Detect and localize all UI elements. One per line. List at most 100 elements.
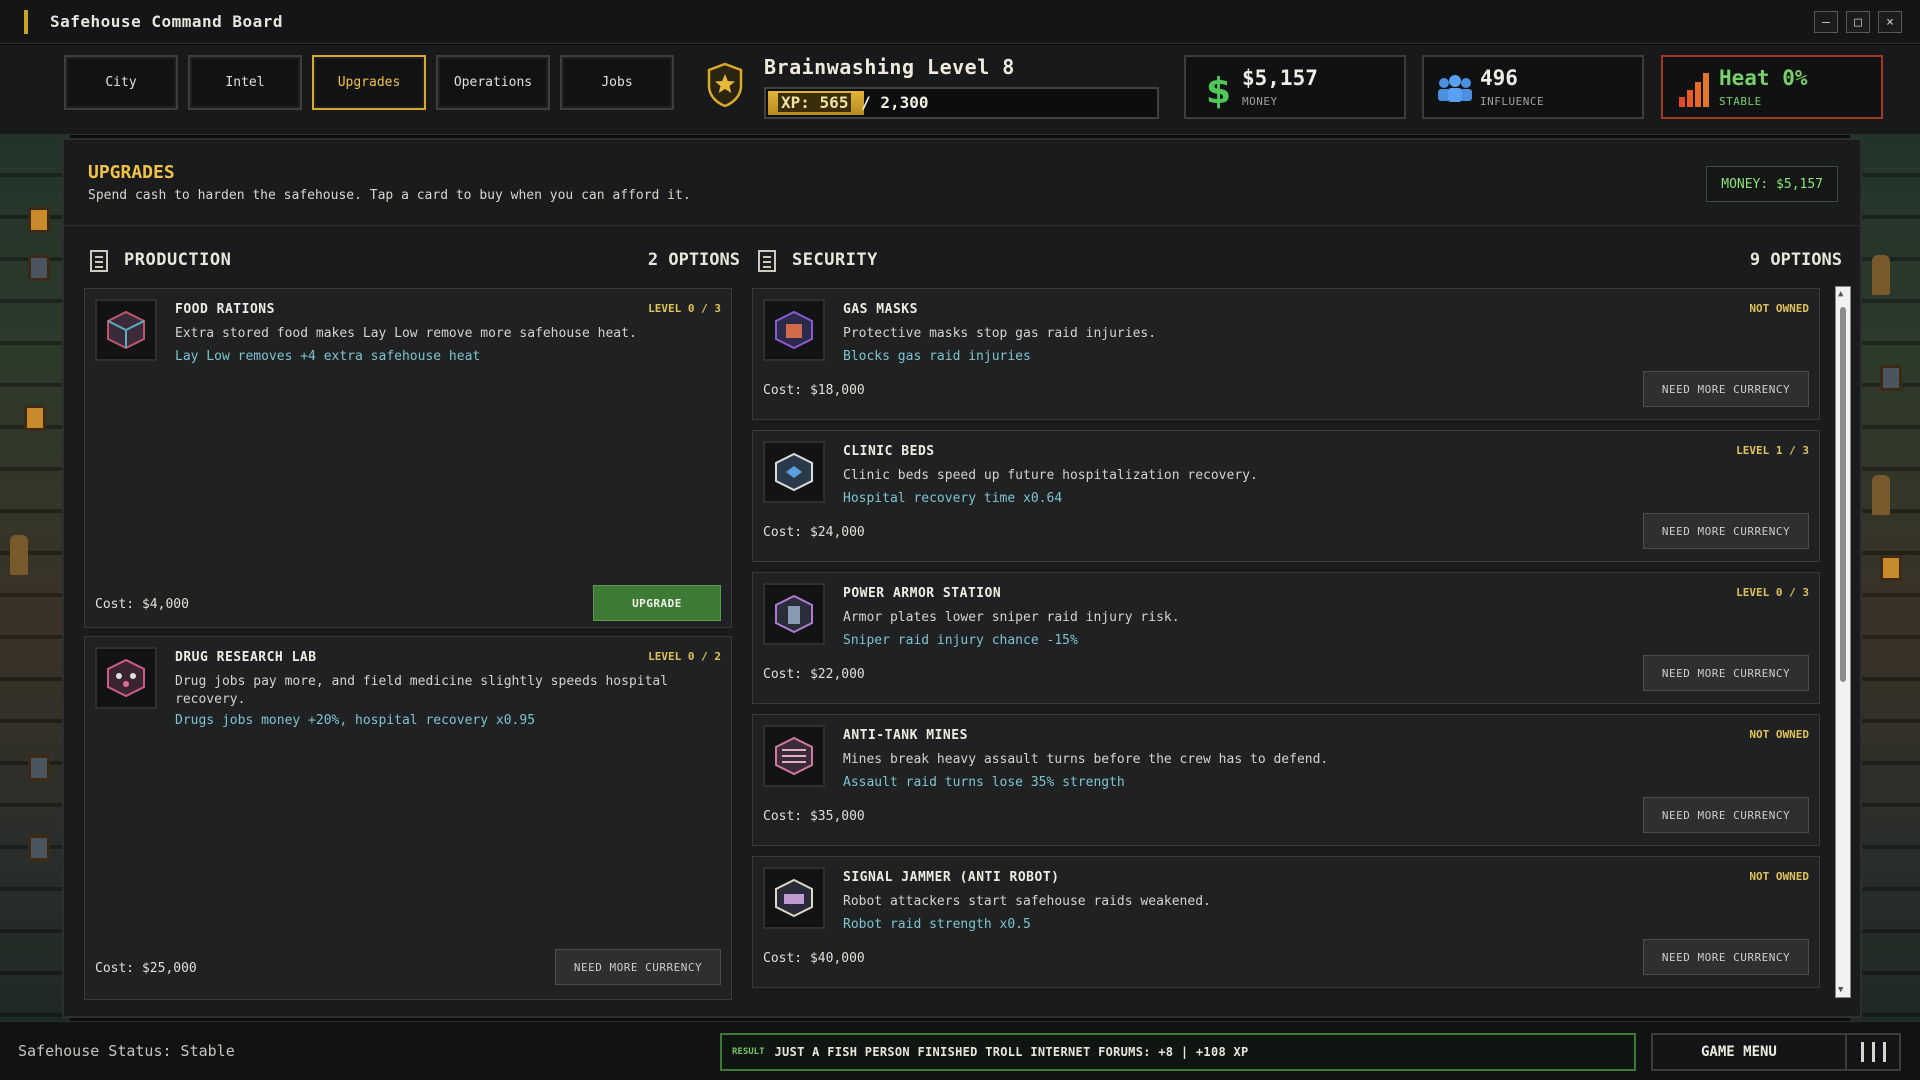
security-count: 9 OPTIONS (1749, 250, 1842, 270)
document-icon (90, 250, 108, 272)
mine-crate-icon (763, 725, 825, 787)
armor-icon (763, 583, 825, 645)
xp-text: XP: 565 / 2,300 (778, 93, 929, 112)
card-level: LEVEL 1 / 3 (1736, 444, 1809, 457)
scroll-up-icon[interactable]: ▲ (1838, 289, 1843, 299)
panel-title: UPGRADES (88, 162, 175, 183)
card-effect: Robot raid strength x0.5 (843, 917, 1031, 932)
card-cost: Cost: $25,000 (95, 961, 197, 976)
card-title: SIGNAL JAMMER (ANTI ROBOT) (843, 870, 1060, 885)
result-message: JUST A FISH PERSON FINISHED TROLL INTERN… (774, 1045, 1249, 1059)
heat-label: STABLE (1719, 95, 1762, 108)
upgrade-button[interactable]: UPGRADE (593, 585, 721, 621)
money-label: MONEY (1242, 95, 1278, 108)
need-more-currency-button[interactable]: NEED MORE CURRENCY (555, 949, 721, 985)
production-count: 2 OPTIONS (647, 250, 740, 270)
upgrade-card-drug-research-lab[interactable]: DRUG RESEARCH LAB LEVEL 0 / 2 Drug jobs … (84, 636, 732, 1000)
window-controls: – □ × (1814, 11, 1902, 33)
card-effect: Hospital recovery time x0.64 (843, 491, 1063, 506)
card-description: Clinic beds speed up future hospitalizat… (843, 468, 1258, 483)
card-description: Robot attackers start safehouse raids we… (843, 894, 1211, 909)
xp-progress-bar: XP: 565 / 2,300 (764, 87, 1159, 119)
tab-upgrades[interactable]: Upgrades (312, 55, 426, 110)
influence-label: INFLUENCE (1480, 95, 1545, 108)
signal-bars-icon (1679, 73, 1709, 107)
production-heading: PRODUCTION (124, 250, 232, 270)
card-effect: Sniper raid injury chance -15% (843, 633, 1078, 648)
money-value: $5,157 (1242, 66, 1318, 90)
heat-value: Heat 0% (1719, 66, 1808, 90)
upgrade-card-anti-tank-mines[interactable]: ANTI-TANK MINES NOT OWNED Mines break he… (752, 714, 1820, 846)
need-more-currency-button[interactable]: NEED MORE CURRENCY (1643, 939, 1809, 975)
xp-current: 565 (819, 93, 849, 112)
card-cost: Cost: $4,000 (95, 597, 189, 612)
minimize-icon[interactable]: – (1814, 11, 1838, 33)
card-description: Mines break heavy assault turns before t… (843, 752, 1329, 767)
city-backdrop-left (0, 135, 70, 1022)
shield-star-icon (707, 62, 743, 108)
need-more-currency-button[interactable]: NEED MORE CURRENCY (1643, 655, 1809, 691)
dollar-icon: $ (1206, 71, 1231, 109)
card-level: NOT OWNED (1749, 302, 1809, 315)
drag-handle[interactable] (24, 9, 28, 34)
card-level: NOT OWNED (1749, 728, 1809, 741)
tab-jobs[interactable]: Jobs (560, 55, 674, 110)
header: City Intel Upgrades Operations Jobs Brai… (0, 45, 1920, 135)
panel-header: UPGRADES Spend cash to harden the safeho… (64, 140, 1860, 226)
result-banner: RESULT JUST A FISH PERSON FINISHED TROLL… (720, 1033, 1636, 1071)
xp-total: / 2,300 (861, 93, 929, 112)
need-more-currency-button[interactable]: NEED MORE CURRENCY (1643, 371, 1809, 407)
card-level: NOT OWNED (1749, 870, 1809, 883)
upgrade-card-gas-masks[interactable]: GAS MASKS NOT OWNED Protective masks sto… (752, 288, 1820, 420)
tab-operations[interactable]: Operations (436, 55, 550, 110)
card-title: FOOD RATIONS (175, 302, 275, 317)
maximize-icon[interactable]: □ (1846, 11, 1870, 33)
menu-bars-icon[interactable] (1845, 1035, 1899, 1069)
influence-stat: 496 INFLUENCE (1422, 55, 1644, 119)
upgrades-panel: UPGRADES Spend cash to harden the safeho… (62, 138, 1862, 1018)
card-cost: Cost: $35,000 (763, 809, 865, 824)
card-cost: Cost: $22,000 (763, 667, 865, 682)
people-icon (1438, 75, 1472, 102)
card-description: Drug jobs pay more, and field medicine s… (175, 674, 669, 707)
tab-bar: City Intel Upgrades Operations Jobs (64, 55, 674, 110)
upgrade-card-power-armor-station[interactable]: POWER ARMOR STATION LEVEL 0 / 3 Armor pl… (752, 572, 1820, 704)
security-header: SECURITY 9 OPTIONS (758, 246, 1842, 280)
need-more-currency-button[interactable]: NEED MORE CURRENCY (1643, 513, 1809, 549)
upgrade-card-food-rations[interactable]: FOOD RATIONS LEVEL 0 / 3 Extra stored fo… (84, 288, 732, 628)
card-description: Extra stored food makes Lay Low remove m… (175, 326, 637, 341)
card-effect: Assault raid turns lose 35% strength (843, 775, 1125, 790)
safehouse-status: Safehouse Status: Stable (18, 1042, 235, 1060)
card-level: LEVEL 0 / 3 (1736, 586, 1809, 599)
upgrade-card-clinic-beds[interactable]: CLINIC BEDS LEVEL 1 / 3 Clinic beds spee… (752, 430, 1820, 562)
lab-icon (95, 647, 157, 709)
close-icon[interactable]: × (1878, 11, 1902, 33)
card-cost: Cost: $40,000 (763, 951, 865, 966)
influence-value: 496 (1480, 66, 1518, 90)
footer: Safehouse Status: Stable RESULT JUST A F… (0, 1021, 1920, 1080)
production-header: PRODUCTION 2 OPTIONS (90, 246, 740, 280)
card-effect: Lay Low removes +4 extra safehouse heat (175, 349, 481, 364)
xp-label: XP: (781, 93, 810, 112)
scroll-down-icon[interactable]: ▼ (1838, 985, 1843, 995)
game-menu-button[interactable]: GAME MENU (1651, 1033, 1901, 1071)
svg-text:$: $ (1206, 71, 1231, 109)
panel-subtitle: Spend cash to harden the safehouse. Tap … (88, 188, 691, 203)
scrollbar-thumb[interactable] (1840, 307, 1846, 682)
tab-intel[interactable]: Intel (188, 55, 302, 110)
card-cost: Cost: $24,000 (763, 525, 865, 540)
card-description: Protective masks stop gas raid injuries. (843, 326, 1157, 341)
result-tag: RESULT (732, 1047, 765, 1057)
card-effect: Blocks gas raid injuries (843, 349, 1031, 364)
upgrade-card-signal-jammer[interactable]: SIGNAL JAMMER (ANTI ROBOT) NOT OWNED Rob… (752, 856, 1820, 988)
card-cost: Cost: $18,000 (763, 383, 865, 398)
need-more-currency-button[interactable]: NEED MORE CURRENCY (1643, 797, 1809, 833)
document-icon (758, 250, 776, 272)
card-level: LEVEL 0 / 2 (648, 650, 721, 663)
game-menu-label: GAME MENU (1701, 1044, 1777, 1060)
tab-city[interactable]: City (64, 55, 178, 110)
security-scrollbar[interactable]: ▲ ▼ (1835, 286, 1851, 998)
money-stat: $ $5,157 MONEY (1184, 55, 1406, 119)
card-effect: Drugs jobs money +20%, hospital recovery… (175, 713, 536, 728)
gas-mask-icon (763, 299, 825, 361)
